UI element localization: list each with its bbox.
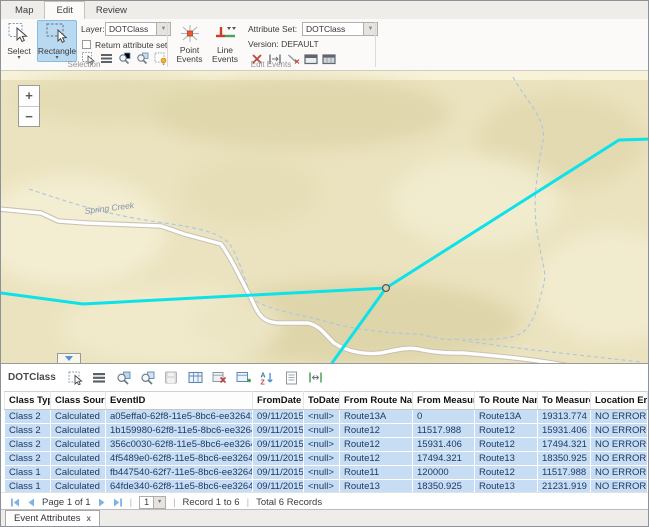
collapse-arrow-icon xyxy=(65,356,73,361)
line-events-icon xyxy=(213,23,237,46)
table-row[interactable]: Class 1Calculatedfb447540-62f7-11e5-8bc6… xyxy=(5,466,648,480)
show-selected-records-icon[interactable] xyxy=(92,370,107,385)
col-event-id[interactable]: EventID xyxy=(106,392,253,410)
basemap: Spring Creek xyxy=(1,71,649,363)
selection-group-label: Selection xyxy=(4,60,164,69)
zoom-out-button[interactable]: − xyxy=(19,106,39,126)
last-page-button[interactable] xyxy=(113,498,123,507)
previous-page-button[interactable] xyxy=(27,498,35,507)
page-number-caret-icon[interactable]: ▼ xyxy=(154,496,166,509)
event-table: Class Type Class Source EventID FromDate… xyxy=(4,391,648,494)
layer-select-caret-icon[interactable]: ▼ xyxy=(157,22,171,36)
attribute-set-select[interactable]: DOTClass ▼ xyxy=(302,22,378,36)
group-separator xyxy=(167,22,168,67)
table-toolbar: DOTClass xyxy=(1,364,648,391)
select-tool-button[interactable]: Select ▾ xyxy=(4,20,34,62)
col-from-date[interactable]: FromDate xyxy=(253,392,304,410)
ribbon-tabstrip: Map Edit Review xyxy=(1,1,648,19)
bottom-tabbar: Event Attributes x xyxy=(1,509,648,526)
col-location-error[interactable]: Location Error xyxy=(591,392,648,410)
attribute-set-value: DOTClass xyxy=(302,22,364,36)
col-from-route-name[interactable]: From Route Name xyxy=(340,392,413,410)
layer-label: Layer: xyxy=(81,24,105,34)
select-records-icon[interactable] xyxy=(68,370,83,385)
col-class-type[interactable]: Class Type xyxy=(5,392,51,410)
event-attributes-tab[interactable]: Event Attributes x xyxy=(5,510,100,526)
table-row[interactable]: Class 2Calculated4f5489e0-62f8-11e5-8bc6… xyxy=(5,452,648,466)
col-to-route-name[interactable]: To Route Name xyxy=(475,392,538,410)
tab-map[interactable]: Map xyxy=(4,2,44,19)
fit-columns-icon[interactable] xyxy=(308,370,323,385)
pager-separator: | xyxy=(130,497,132,508)
table-title: DOTClass xyxy=(8,372,56,383)
page-number-value: 1 xyxy=(139,496,154,509)
record-range-label: Record 1 to 6 xyxy=(183,497,240,508)
col-to-measure[interactable]: To Measure xyxy=(538,392,591,410)
table-row[interactable]: Class 2Calculated1b159980-62f8-11e5-8bc6… xyxy=(5,424,648,438)
event-table-body: Class 2Calculateda05effa0-62f8-11e5-8bc6… xyxy=(5,410,648,494)
table-row[interactable]: Class 2Calculated356c0030-62f8-11e5-8bc6… xyxy=(5,438,648,452)
pager-separator: | xyxy=(247,497,249,508)
layer-select[interactable]: DOTClass ▼ xyxy=(105,22,171,36)
add-record-icon[interactable] xyxy=(236,370,251,385)
version-label: Version: DEFAULT xyxy=(248,39,319,49)
edit-events-group-label: Edit Events xyxy=(171,60,371,69)
close-tab-icon[interactable]: x xyxy=(87,514,91,523)
point-events-icon xyxy=(178,23,202,46)
col-from-measure[interactable]: From Measure xyxy=(413,392,475,410)
rectangle-tool-icon xyxy=(45,22,69,46)
page-number-select[interactable]: 1 ▼ xyxy=(139,496,166,509)
col-to-date[interactable]: ToDate xyxy=(304,392,340,410)
svg-text:Z: Z xyxy=(261,379,266,385)
attribute-set-label: Attribute Set: xyxy=(248,24,297,34)
pan-to-selected-icon[interactable] xyxy=(140,370,155,385)
ribbon: Select ▾ Rectangle ▾ Layer: DOTClass ▼ R… xyxy=(1,19,648,71)
table-header-row: Class Type Class Source EventID FromDate… xyxy=(5,392,648,410)
tab-review[interactable]: Review xyxy=(85,2,138,19)
return-attribute-set-checkbox[interactable] xyxy=(82,40,91,49)
sort-records-icon[interactable]: AZ xyxy=(260,370,275,385)
zoom-to-selected-icon[interactable] xyxy=(116,370,131,385)
select-tool-icon xyxy=(7,22,31,46)
delete-record-icon[interactable] xyxy=(212,370,227,385)
first-page-button[interactable] xyxy=(10,498,20,507)
tab-edit[interactable]: Edit xyxy=(44,1,84,19)
save-edits-icon[interactable] xyxy=(164,370,179,385)
open-table-icon[interactable] xyxy=(188,370,203,385)
total-records-label: Total 6 Records xyxy=(256,497,322,508)
map-canvas[interactable]: Spring Creek + − xyxy=(1,71,649,363)
event-editor-window: Map Edit Review Select ▾ Rectangle xyxy=(0,0,649,527)
route-junction-vertex[interactable] xyxy=(383,285,390,292)
svg-text:A: A xyxy=(261,372,266,379)
table-row[interactable]: Class 2Calculateda05effa0-62f8-11e5-8bc6… xyxy=(5,410,648,424)
rectangle-tool-button[interactable]: Rectangle ▾ xyxy=(37,20,77,62)
col-class-source[interactable]: Class Source xyxy=(51,392,106,410)
page-label: Page 1 of 1 xyxy=(42,497,91,508)
next-page-button[interactable] xyxy=(98,498,106,507)
return-attribute-set-label: Return attribute set xyxy=(95,40,167,50)
event-attributes-panel: DOTClass xyxy=(1,363,648,511)
map-zoom-control: + − xyxy=(18,85,40,127)
panel-collapse-tab[interactable] xyxy=(57,353,81,363)
pager-separator: | xyxy=(173,497,175,508)
view-report-icon[interactable] xyxy=(284,370,299,385)
event-attributes-tab-label: Event Attributes xyxy=(14,513,81,524)
zoom-in-button[interactable]: + xyxy=(19,86,39,106)
group-separator xyxy=(375,22,376,67)
layer-select-value: DOTClass xyxy=(105,22,157,36)
